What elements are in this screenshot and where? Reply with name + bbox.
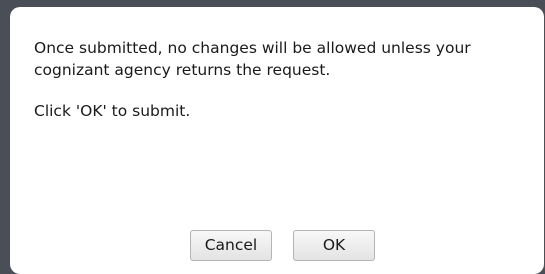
dialog-message: Once submitted, no changes will be allow… bbox=[34, 37, 534, 122]
cancel-button[interactable]: Cancel bbox=[190, 230, 272, 261]
ok-button[interactable]: OK bbox=[293, 230, 375, 261]
dialog-message-warning: Once submitted, no changes will be allow… bbox=[34, 39, 471, 79]
confirm-submit-dialog: Once submitted, no changes will be allow… bbox=[10, 7, 544, 274]
dialog-message-instruction: Click 'OK' to submit. bbox=[34, 102, 191, 120]
dialog-button-row: Cancel OK bbox=[10, 230, 544, 262]
